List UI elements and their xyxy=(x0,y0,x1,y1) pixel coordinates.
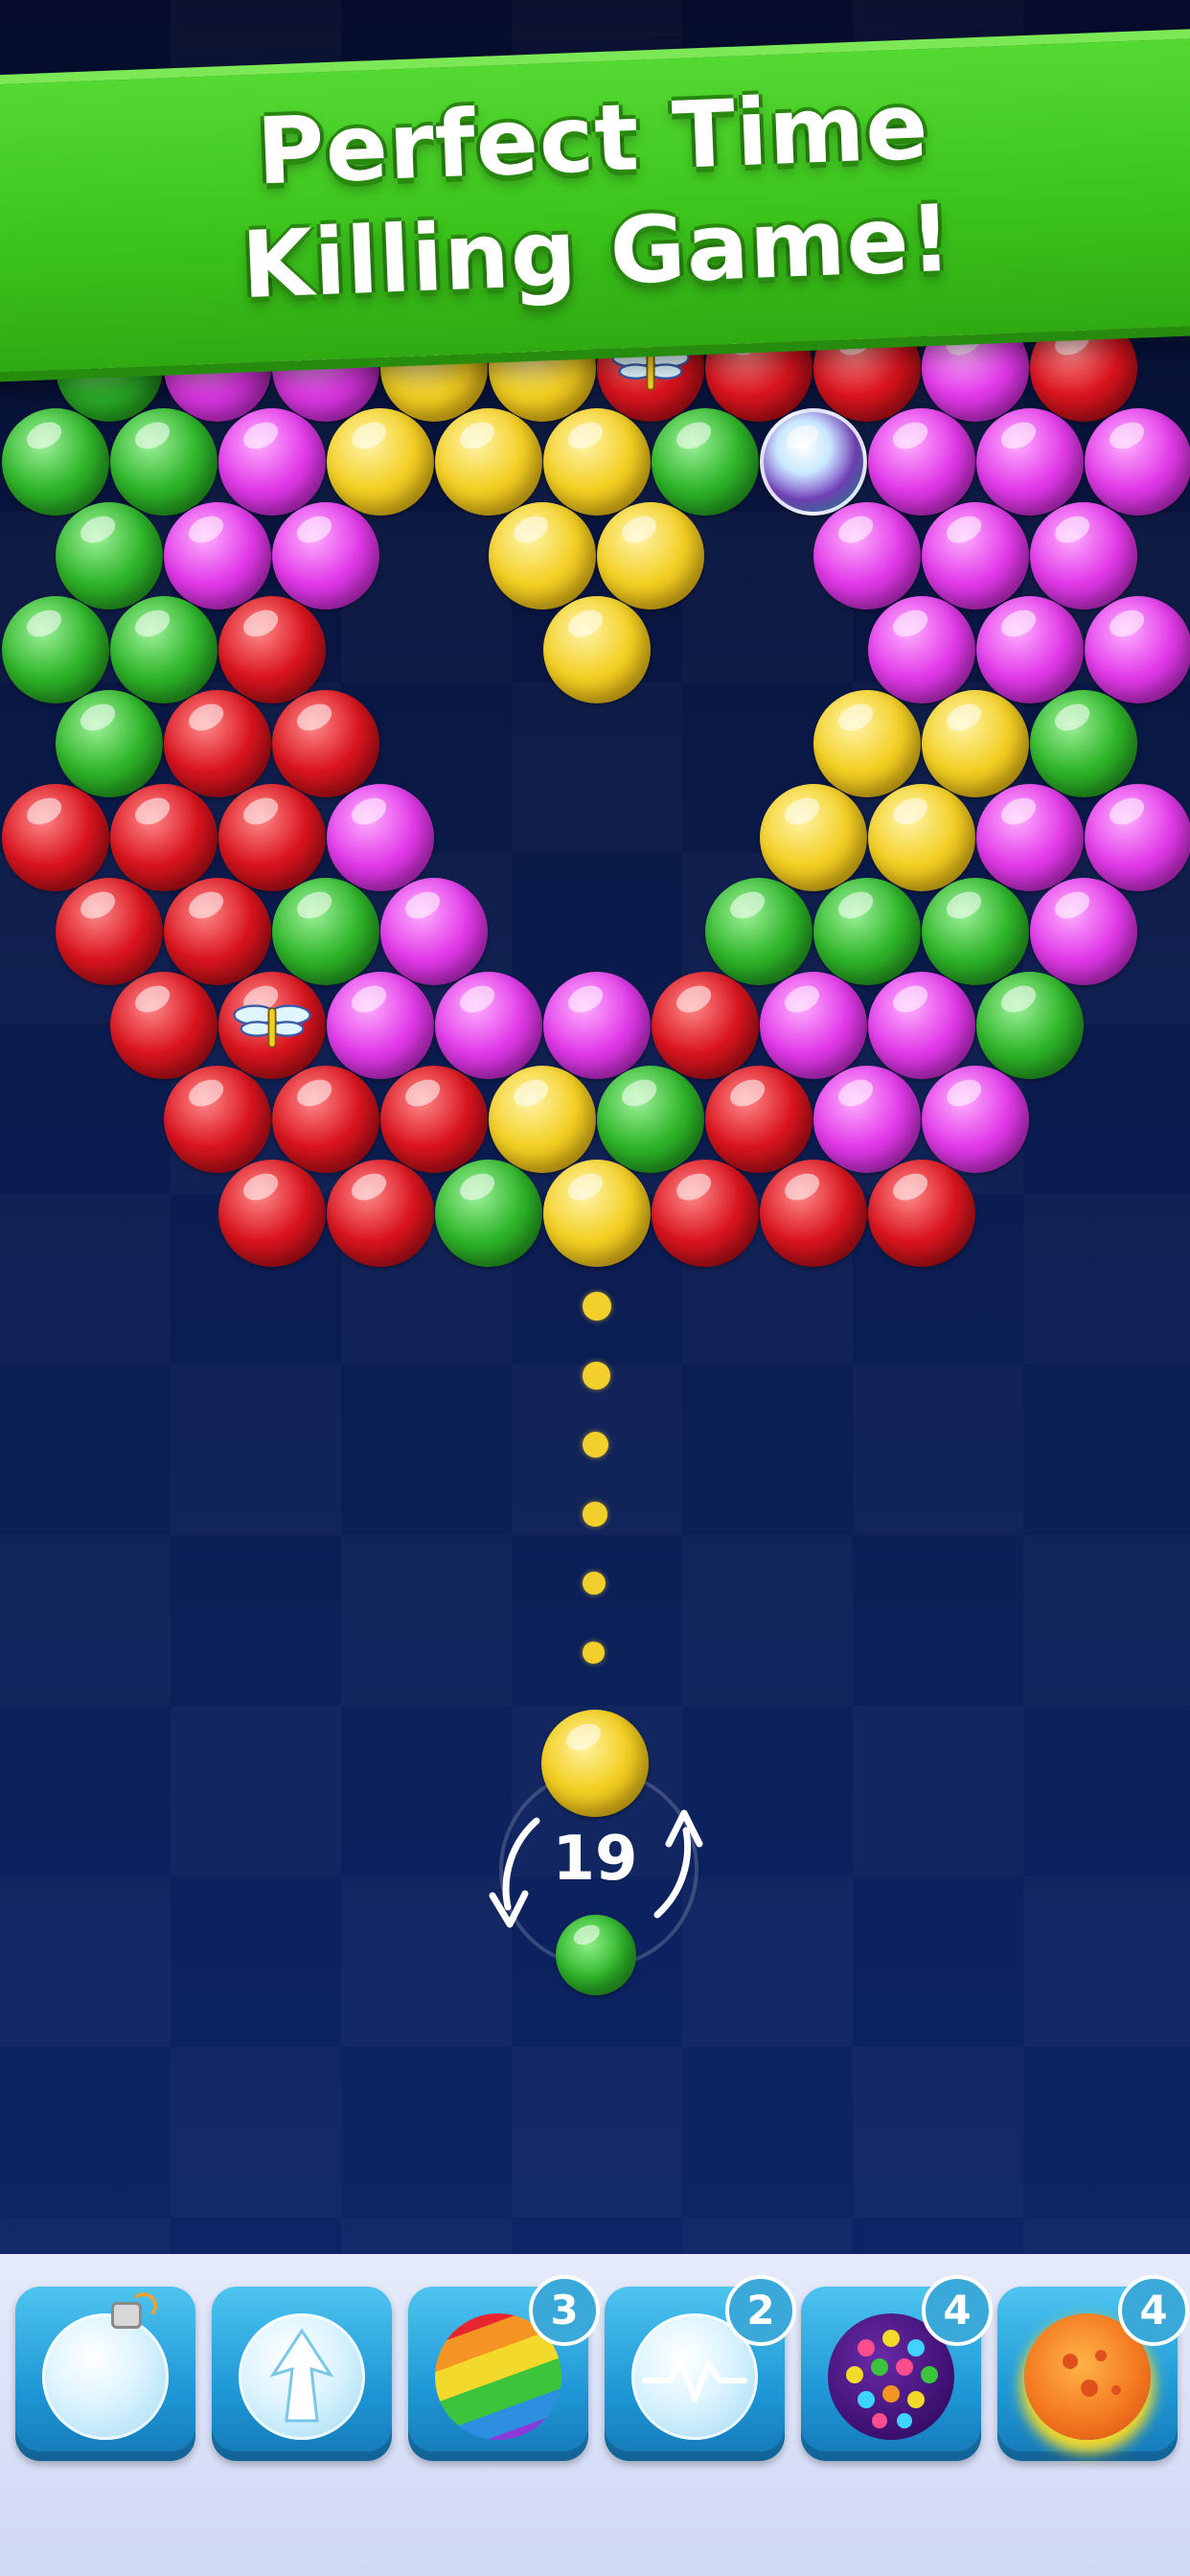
red-bubble xyxy=(327,1160,434,1267)
green-bubble xyxy=(2,408,109,516)
yellow-bubble xyxy=(868,784,975,891)
red-bubble xyxy=(164,690,271,797)
moves-left-counter: 19 xyxy=(552,1824,638,1895)
red-bubble xyxy=(110,784,217,891)
green-bubble xyxy=(976,972,1084,1079)
red-bubble xyxy=(868,1160,975,1267)
booster-count-badge: 2 xyxy=(725,2275,796,2346)
arrow-bubble-icon xyxy=(239,2313,365,2440)
green-bubble xyxy=(652,408,759,516)
magenta-bubble xyxy=(1085,408,1190,516)
magenta-bubble xyxy=(543,972,651,1079)
yellow-bubble xyxy=(327,408,434,516)
magenta-bubble xyxy=(868,972,975,1079)
red-bubble xyxy=(272,690,379,797)
booster-count-badge: 4 xyxy=(922,2275,993,2346)
booster-fireball[interactable]: 4 xyxy=(997,2275,1189,2461)
magenta-bubble xyxy=(435,972,542,1079)
red-bubble xyxy=(164,1066,271,1173)
aim-dot xyxy=(583,1292,611,1321)
magenta-bubble xyxy=(976,596,1084,703)
booster-count-badge: 4 xyxy=(1118,2275,1189,2346)
yellow-bubble xyxy=(597,502,704,610)
magenta-bubble xyxy=(868,596,975,703)
yellow-bubble xyxy=(489,502,596,610)
yellow-bubble xyxy=(813,690,921,797)
red-bubble xyxy=(218,1160,326,1267)
yellow-bubble xyxy=(543,408,651,516)
magenta-bubble xyxy=(164,502,271,610)
red-bubble xyxy=(760,1160,867,1267)
magenta-bubble xyxy=(1030,502,1137,610)
magenta-bubble xyxy=(327,972,434,1079)
booster-count-badge: 3 xyxy=(529,2275,600,2346)
yellow-bubble xyxy=(435,408,542,516)
next-bubble[interactable] xyxy=(556,1915,636,1995)
aim-dot xyxy=(583,1432,608,1458)
yellow-bubble xyxy=(489,1066,596,1173)
green-bubble xyxy=(435,1160,542,1267)
aim-dot xyxy=(583,1572,606,1595)
magenta-bubble xyxy=(760,972,867,1079)
world-bubble xyxy=(760,408,867,516)
yellow-bubble xyxy=(543,1160,651,1267)
magenta-bubble xyxy=(922,1066,1029,1173)
green-bubble xyxy=(56,502,163,610)
bomb-bubble-icon xyxy=(42,2292,169,2440)
booster-bomb[interactable] xyxy=(15,2287,195,2461)
aim-dot xyxy=(583,1362,610,1390)
aim-dot xyxy=(583,1502,607,1527)
magenta-bubble xyxy=(272,502,379,610)
red-bubble xyxy=(272,1066,379,1173)
green-bubble xyxy=(1030,690,1137,797)
promo-banner-text: Perfect Time Killing Game! xyxy=(0,59,1190,332)
magenta-bubble xyxy=(976,408,1084,516)
magenta-bubble xyxy=(922,502,1029,610)
current-bubble[interactable] xyxy=(541,1710,649,1817)
yellow-bubble xyxy=(543,596,651,703)
green-bubble xyxy=(597,1066,704,1173)
magenta-bubble xyxy=(327,784,434,891)
red-bubble xyxy=(705,1066,812,1173)
yellow-bubble xyxy=(922,690,1029,797)
booster-rainbow[interactable]: 3 xyxy=(408,2275,600,2461)
green-bubble xyxy=(110,408,217,516)
green-bubble xyxy=(110,596,217,703)
red-bubble xyxy=(110,972,217,1079)
magenta-bubble xyxy=(813,1066,921,1173)
magenta-bubble xyxy=(1030,878,1137,985)
magenta-bubble xyxy=(868,408,975,516)
green-bubble xyxy=(922,878,1029,985)
magenta-bubble xyxy=(218,408,326,516)
magenta-bubble xyxy=(380,878,488,985)
red-bubble xyxy=(218,784,326,891)
red-bubble xyxy=(2,784,109,891)
booster-lightning[interactable]: 2 xyxy=(605,2275,796,2461)
red-bubble xyxy=(652,972,759,1079)
magenta-bubble xyxy=(1085,784,1190,891)
red-bubble xyxy=(380,1066,488,1173)
red-bubble xyxy=(218,596,326,703)
dragonfly-icon xyxy=(233,1004,311,1048)
red-bubble xyxy=(652,1160,759,1267)
red-bubble xyxy=(164,878,271,985)
booster-arrow[interactable] xyxy=(212,2287,392,2461)
yellow-bubble xyxy=(760,784,867,891)
magenta-bubble xyxy=(813,502,921,610)
green-bubble xyxy=(705,878,812,985)
green-bubble xyxy=(56,690,163,797)
magenta-bubble xyxy=(1085,596,1190,703)
magenta-bubble xyxy=(976,784,1084,891)
green-bubble xyxy=(272,878,379,985)
aim-dot xyxy=(583,1642,605,1664)
green-bubble xyxy=(813,878,921,985)
red-bubble xyxy=(56,878,163,985)
green-bubble xyxy=(2,596,109,703)
booster-disco[interactable]: 4 xyxy=(801,2275,993,2461)
